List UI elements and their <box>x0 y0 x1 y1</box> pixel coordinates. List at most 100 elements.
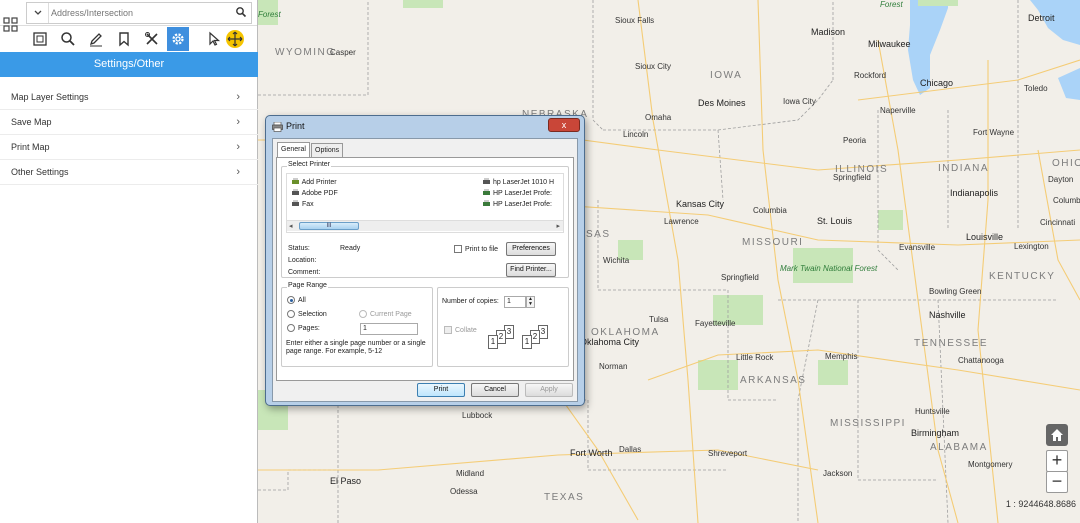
map-label-state: ALABAMA <box>930 442 988 453</box>
chevron-right-icon: › <box>236 91 240 103</box>
settings-button[interactable] <box>167 27 189 51</box>
map-label-city: Fort Wayne <box>973 128 1015 137</box>
menu-item-map-layer-settings[interactable]: Map Layer Settings › <box>0 85 258 110</box>
menu-item-label: Print Map <box>11 142 50 152</box>
printer-item[interactable]: Fax <box>291 200 314 208</box>
copies-input[interactable]: 1 <box>504 296 526 308</box>
zoom-in-button[interactable]: + <box>1046 450 1068 472</box>
scroll-left-icon[interactable]: ◂ <box>289 222 293 230</box>
map-scale: 1 : 9244648.8686 <box>1005 499 1076 509</box>
selection-radio[interactable] <box>287 310 295 318</box>
map-label-city: Peoria <box>843 136 867 145</box>
search-input[interactable] <box>51 5 231 21</box>
gear-icon <box>172 33 184 45</box>
apply-button[interactable]: Apply <box>525 383 573 397</box>
map-label-city: Des Moines <box>698 98 746 108</box>
map-label-city: Springfield <box>721 273 759 282</box>
map-label-city: Shreveport <box>708 449 748 458</box>
fax-icon <box>292 200 299 206</box>
print-button[interactable]: Print <box>417 383 465 397</box>
status-value: Ready <box>340 245 361 252</box>
map-label-city: El Paso <box>330 476 362 486</box>
panel-title: Settings/Other <box>0 52 258 77</box>
copies-spinner[interactable]: ▲ ▼ <box>526 296 535 308</box>
find-printer-button[interactable]: Find Printer... <box>506 263 556 277</box>
printer-item[interactable]: HP LaserJet Profe: <box>482 189 552 197</box>
spin-down-icon[interactable]: ▼ <box>527 302 534 307</box>
toolbar <box>26 27 256 51</box>
map-label-city: Omaha <box>645 113 672 122</box>
map-label-city: Columbus <box>1053 196 1080 205</box>
map-label-city: Fort Worth <box>570 448 613 458</box>
chevron-right-icon: › <box>236 166 240 178</box>
scroll-thumb[interactable]: III <box>299 222 359 230</box>
map-label-city: Bowling Green <box>929 287 982 296</box>
status-label: Status: <box>288 245 310 252</box>
map-label-city: Columbia <box>753 206 787 215</box>
map-label-state: MISSOURI <box>742 237 804 248</box>
all-label: All <box>298 297 306 304</box>
copies-group: Number of copies: 1 ▲ ▼ Collate 3 2 1 3 … <box>437 287 569 367</box>
draw-button[interactable] <box>85 27 107 51</box>
current-page-radio[interactable] <box>359 310 367 318</box>
settings-menu: Map Layer Settings › Save Map › Print Ma… <box>0 85 258 185</box>
printer-list-scrollbar[interactable]: ◂ III ▸ <box>287 220 563 231</box>
printer-icon <box>483 189 490 195</box>
search-tool-button[interactable] <box>57 27 79 51</box>
scroll-right-icon[interactable]: ▸ <box>556 222 560 230</box>
map-label-state: WYOMING <box>275 47 336 58</box>
pages-radio[interactable] <box>287 324 295 332</box>
printer-item[interactable]: Adobe PDF <box>291 189 338 197</box>
pan-icon <box>226 30 244 48</box>
printer-list[interactable]: Add Printer Adobe PDF Fax hp LaserJet 10… <box>286 173 564 233</box>
printer-item[interactable]: hp LaserJet 1010 H <box>482 178 554 186</box>
menu-item-print-map[interactable]: Print Map › <box>0 135 258 160</box>
printer-name: HP LaserJet Profe: <box>492 200 552 208</box>
collate-checkbox[interactable] <box>444 326 452 334</box>
page-range-group: Page Range All Selection Current Page Pa… <box>281 282 433 367</box>
comment-label: Comment: <box>288 269 321 276</box>
map-label-city: Memphis <box>825 352 858 361</box>
collate-page: 1 <box>488 335 498 349</box>
preferences-button[interactable]: Preferences <box>506 242 556 256</box>
printer-item[interactable]: Add Printer <box>291 178 337 186</box>
side-panel: Settings/Other Map Layer Settings › Save… <box>0 0 258 523</box>
tab-options[interactable]: Options <box>311 143 344 157</box>
map-label-forest: Forest <box>880 0 903 9</box>
pages-input[interactable]: 1 <box>360 323 418 335</box>
chevron-right-icon: › <box>236 116 240 128</box>
printer-item[interactable]: HP LaserJet Profe: <box>482 200 552 208</box>
pencil-icon <box>89 33 102 47</box>
close-icon: x <box>561 120 567 130</box>
printer-icon <box>272 121 283 135</box>
map-label-city: Indianapolis <box>950 188 999 198</box>
map-label-state: SAS <box>586 229 611 240</box>
tools-button[interactable] <box>141 27 163 51</box>
bookmark-button[interactable] <box>113 27 135 51</box>
copies-label: Number of copies: <box>442 298 499 305</box>
cancel-button[interactable]: Cancel <box>471 383 519 397</box>
printer-name: HP LaserJet Profe: <box>492 189 552 197</box>
all-radio[interactable] <box>287 296 295 304</box>
search-button[interactable] <box>235 6 247 21</box>
map-label-city: Montgomery <box>968 460 1013 469</box>
tab-general[interactable]: General <box>277 142 310 157</box>
map-label-city: Odessa <box>450 487 478 496</box>
zoom-out-button[interactable]: − <box>1046 471 1068 493</box>
printer-name: Adobe PDF <box>301 189 338 197</box>
pan-button[interactable] <box>224 27 246 51</box>
search-bar <box>0 0 257 26</box>
search-type-dropdown[interactable] <box>27 3 49 23</box>
map-label-city: Oklahoma City <box>580 337 640 347</box>
map-layers-button[interactable] <box>29 27 51 51</box>
printer-icon <box>483 200 490 206</box>
print-to-file-checkbox[interactable] <box>454 245 462 253</box>
select-button[interactable] <box>203 27 225 51</box>
map-label-city: Birmingham <box>911 428 960 438</box>
menu-item-save-map[interactable]: Save Map › <box>0 110 258 135</box>
close-button[interactable]: x <box>548 118 580 132</box>
app-grid-icon[interactable] <box>3 17 19 36</box>
home-button[interactable] <box>1046 424 1068 446</box>
menu-item-other-settings[interactable]: Other Settings › <box>0 160 258 185</box>
map-layers-icon <box>33 32 47 46</box>
